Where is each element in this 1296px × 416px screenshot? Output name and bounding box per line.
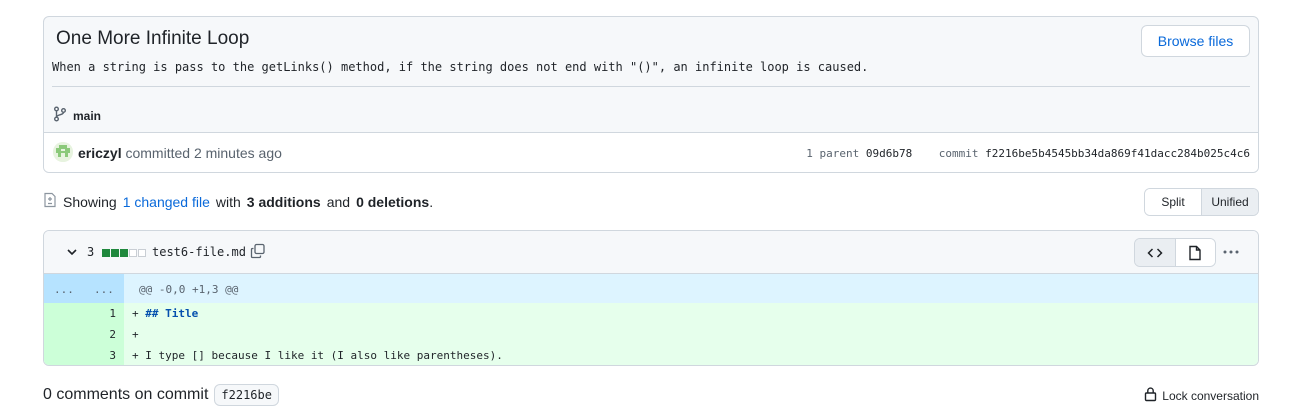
author-line: ericzyl committed 2 minutes ago xyxy=(78,145,282,161)
comments-label: 0 comments on commit xyxy=(43,386,209,403)
copy-icon[interactable] xyxy=(250,243,266,262)
kebab-horizontal-icon[interactable] xyxy=(1222,243,1240,264)
code-icon[interactable] xyxy=(1135,239,1176,266)
commit-title: One More Infinite Loop xyxy=(56,28,250,49)
git-branch-icon xyxy=(53,106,67,125)
hunk-expand-right[interactable]: ... xyxy=(94,283,114,296)
diff-line: 3 + I type [] because I like it (I also … xyxy=(44,345,1258,365)
diffstat-neutral-block xyxy=(138,249,146,257)
line-prefix: + xyxy=(132,349,146,362)
commit-box: One More Infinite Loop When a string is … xyxy=(43,16,1259,173)
branch-info: main xyxy=(53,106,101,125)
commit-sha: f2216be5b4545bb34da869f41dacc284b025c4c6 xyxy=(985,147,1250,160)
line-code: + ## Title xyxy=(132,307,198,320)
diff-line: 2 + xyxy=(44,324,1258,345)
file-diff-icon xyxy=(43,192,57,211)
diffstat-addition-block xyxy=(102,249,110,257)
changed-files-link[interactable]: 1 changed file xyxy=(123,194,210,210)
parent-info: 1 parent 09d6b78 commit f2216be5b4545bb3… xyxy=(806,147,1250,160)
file-name[interactable]: test6-file.md xyxy=(152,245,246,259)
line-code: + xyxy=(132,328,139,341)
commit-description: When a string is pass to the getLinks() … xyxy=(52,60,869,74)
line-code: + I type [] because I like it (I also li… xyxy=(132,349,503,362)
file-diff: 3 test6-file.md ... ... @@ -0,0 +1,3 @@ … xyxy=(43,230,1259,366)
additions-count: 3 additions xyxy=(246,193,321,210)
line-text: I type [] because I like it (I also like… xyxy=(145,349,503,362)
browse-files-button[interactable]: Browse files xyxy=(1141,25,1250,57)
line-number[interactable]: 1 xyxy=(84,307,116,320)
avatar[interactable] xyxy=(53,142,73,162)
parent-label: 1 parent xyxy=(806,147,860,160)
summary-with: with xyxy=(215,193,241,210)
display-mode-toggle xyxy=(1134,238,1216,267)
branch-name[interactable]: main xyxy=(73,109,101,123)
hunk-text: @@ -0,0 +1,3 @@ xyxy=(139,283,239,296)
parent-sha-link[interactable]: 09d6b78 xyxy=(866,147,912,160)
line-text: ## Title xyxy=(145,307,199,320)
lock-icon xyxy=(1144,386,1157,405)
hunk-header: ... ... @@ -0,0 +1,3 @@ xyxy=(44,274,1258,303)
summary-prefix: Showing xyxy=(63,193,117,210)
split-view-button[interactable]: Split xyxy=(1145,189,1202,215)
commit-meta: ericzyl committed 2 minutes ago 1 parent… xyxy=(44,132,1258,172)
change-count: 3 xyxy=(87,245,95,259)
deletions-count: 0 deletions xyxy=(356,193,430,210)
diffstat xyxy=(102,249,146,257)
hunk-expand-left[interactable]: ... xyxy=(54,283,74,296)
diffstat-addition-block xyxy=(111,249,119,257)
commit-action: committed 2 minutes ago xyxy=(125,145,282,161)
line-number[interactable]: 2 xyxy=(84,328,116,341)
chevron-down-icon[interactable] xyxy=(66,244,78,263)
unified-view-button[interactable]: Unified xyxy=(1202,189,1258,215)
line-number[interactable]: 3 xyxy=(84,349,116,362)
line-prefix: + xyxy=(132,328,139,341)
file-header: 3 test6-file.md xyxy=(44,231,1258,274)
diffstat-addition-block xyxy=(120,249,128,257)
diffstat-neutral-block xyxy=(129,249,137,257)
diff-summary: Showing 1 changed file with 3 additions … xyxy=(43,192,433,211)
summary-suffix: . xyxy=(429,193,434,210)
diff-view-toggle: Split Unified xyxy=(1144,188,1259,216)
author-link[interactable]: ericzyl xyxy=(78,145,122,161)
lock-conversation-button[interactable]: Lock conversation xyxy=(1144,386,1259,405)
lock-label: Lock conversation xyxy=(1162,388,1259,403)
diff-line: 1 + ## Title xyxy=(44,303,1258,324)
comments-header: 0 comments on commit f2216be xyxy=(43,384,279,406)
line-prefix: + xyxy=(132,307,146,320)
file-icon[interactable] xyxy=(1175,239,1215,266)
commit-label: commit xyxy=(938,147,979,160)
summary-and: and xyxy=(326,193,351,210)
commit-sha-pill: f2216be xyxy=(214,384,279,406)
divider xyxy=(52,86,1250,87)
